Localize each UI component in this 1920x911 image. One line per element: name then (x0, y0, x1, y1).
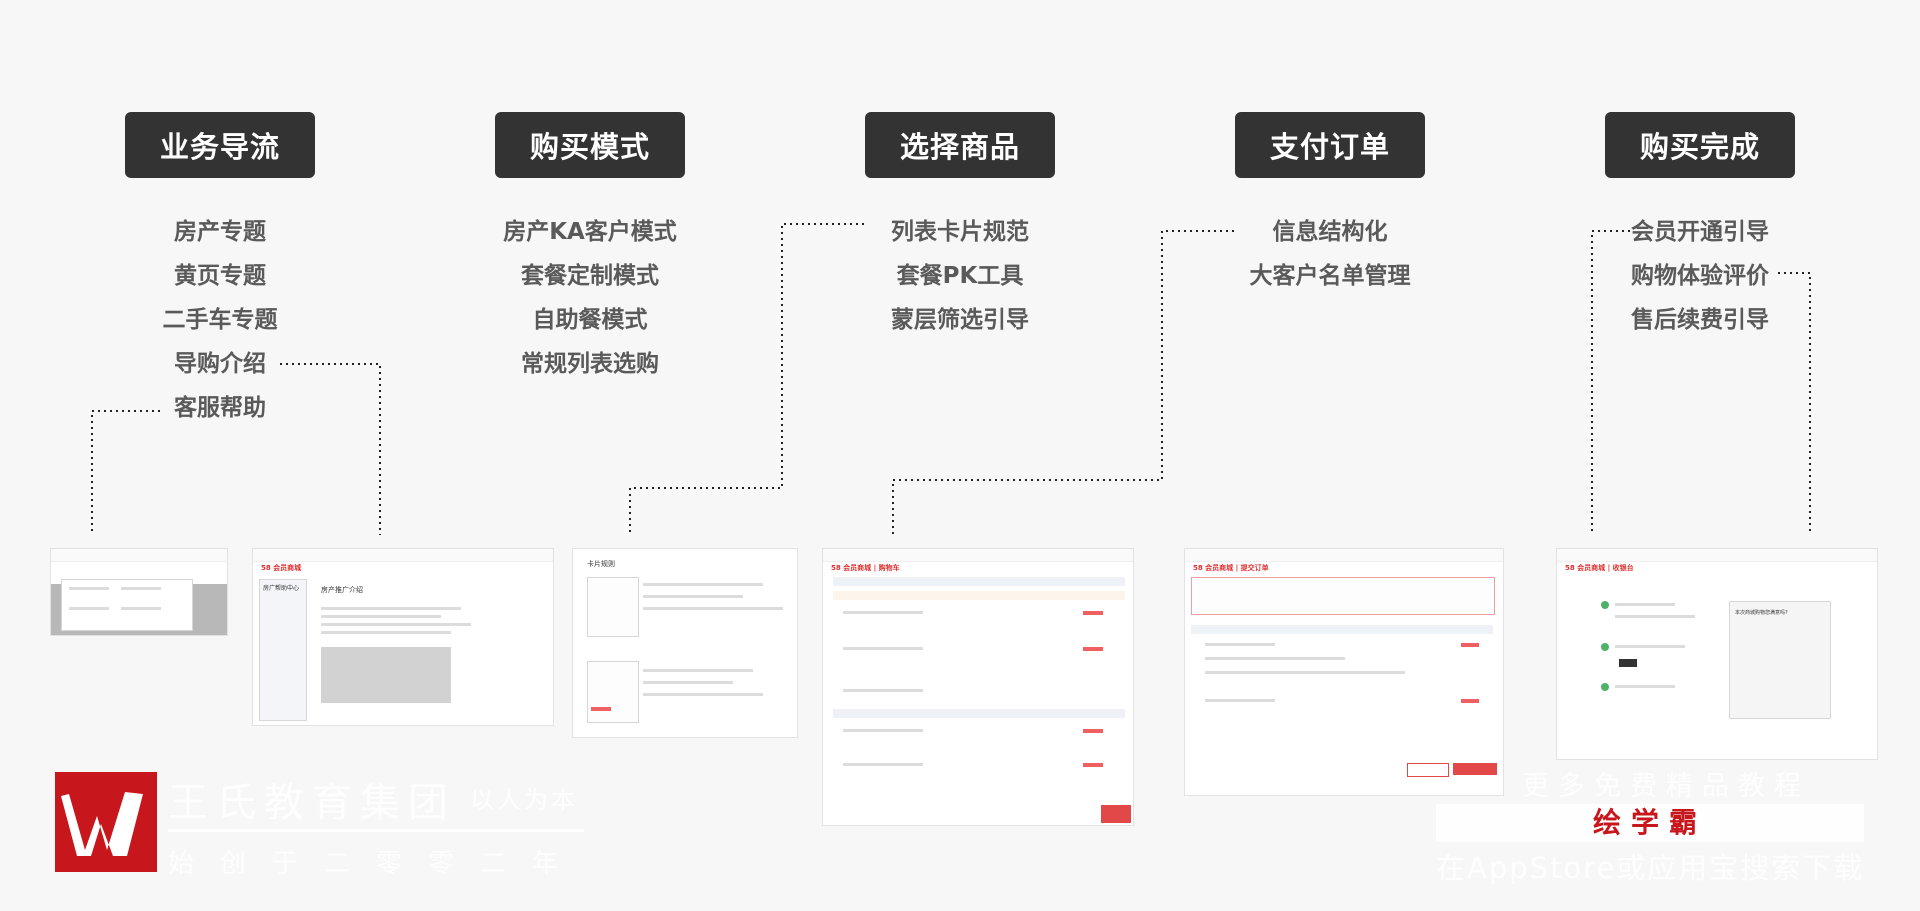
brand-divider (168, 829, 584, 832)
promo-download-hint: 在AppStore或应用宝搜索下载 (1436, 851, 1865, 885)
thumbnail-pay-button (1453, 763, 1497, 775)
stage-item: 二手车专题 (162, 307, 278, 333)
stage-list-purchase-mode: 房产KA客户模式 套餐定制模式 自助餐模式 常规列表选购 (450, 210, 730, 386)
stage-item: 套餐PK工具 (896, 263, 1024, 289)
stage-list-purchase-done: 会员开通引导 购物体验评价 售后续费引导 (1560, 210, 1840, 342)
thumbnail-help-title: 房产推广介绍 (321, 586, 363, 594)
thumbnail-order-title: 58 会员商城 | 提交订单 (1193, 564, 1269, 572)
stage-list-select-goods: 列表卡片规范 套餐PK工具 蒙层筛选引导 (820, 210, 1100, 342)
stage-item: 导购介绍 (174, 351, 266, 377)
thumbnail-card-title: 卡片规则 (587, 560, 615, 568)
stage-item: 常规列表选购 (521, 351, 659, 377)
stage-header-purchase-done: 购买完成 (1605, 112, 1795, 178)
stage-list-pay-order: 信息结构化 大客户名单管理 (1190, 210, 1470, 298)
stage-header-select-goods: 选择商品 (865, 112, 1055, 178)
stage-item: 会员开通引导 (1631, 219, 1769, 245)
thumbnail-done-prompt: 本次商城购物您满意吗? (1735, 610, 1788, 616)
stage-item: 套餐定制模式 (521, 263, 659, 289)
thumbnail-cart-title: 58 会员商城 | 购物车 (831, 564, 900, 572)
stage-header-traffic: 业务导流 (125, 112, 315, 178)
stage-item: 客服帮助 (174, 395, 266, 421)
stage-list-traffic: 房产专题 黄页专题 二手车专题 导购介绍 客服帮助 (80, 210, 360, 430)
stage-item: 信息结构化 (1272, 219, 1388, 245)
thumbnail-done-title: 58 会员商城 | 收银台 (1565, 564, 1634, 572)
brand-motto: 以人为本 (470, 786, 578, 814)
brand-since: 始创于二零零二年 (168, 849, 585, 879)
stage-header-pay-order: 支付订单 (1235, 112, 1425, 178)
thumbnail-cart-page: 58 会员商城 | 购物车 (822, 548, 1134, 826)
thumbnail-help-page: 58 会员商城 房广帮助中心 房产推广介绍 (252, 548, 554, 726)
thumbnail-done-page: 58 会员商城 | 收银台 本次商城购物您满意吗? (1556, 548, 1878, 760)
stage-item: 列表卡片规范 (891, 219, 1029, 245)
thumbnail-card-rules: 卡片规则 (572, 548, 798, 738)
stage-item: 房产KA客户模式 (503, 219, 677, 245)
stage-item: 售后续费引导 (1631, 307, 1769, 333)
thumbnail-topic-page (50, 548, 228, 636)
promo-tagline: 更多免费精品教程 (1522, 771, 1810, 802)
stage-item: 大客户名单管理 (1249, 263, 1411, 289)
thumbnail-button (1407, 763, 1449, 777)
thumbnail-help-sidebar: 房广帮助中心 (263, 585, 300, 592)
thumbnail-order-page: 58 会员商城 | 提交订单 (1184, 548, 1504, 796)
thumbnail-checkout-button (1101, 805, 1131, 823)
stage-item: 购物体验评价 (1631, 263, 1769, 289)
w-logo-icon (61, 792, 143, 856)
stage-item: 房产专题 (174, 219, 266, 245)
brand-name: 王氏教育集团 (168, 780, 456, 826)
stage-item: 黄页专题 (174, 263, 266, 289)
thumbnail-logo: 58 会员商城 (261, 564, 302, 572)
stage-header-purchase-mode: 购买模式 (495, 112, 685, 178)
promo-app-name: 绘学霸 (1592, 806, 1707, 839)
brand-logo (55, 772, 157, 872)
stage-item: 自助餐模式 (532, 307, 648, 333)
stage-item: 蒙层筛选引导 (891, 307, 1029, 333)
